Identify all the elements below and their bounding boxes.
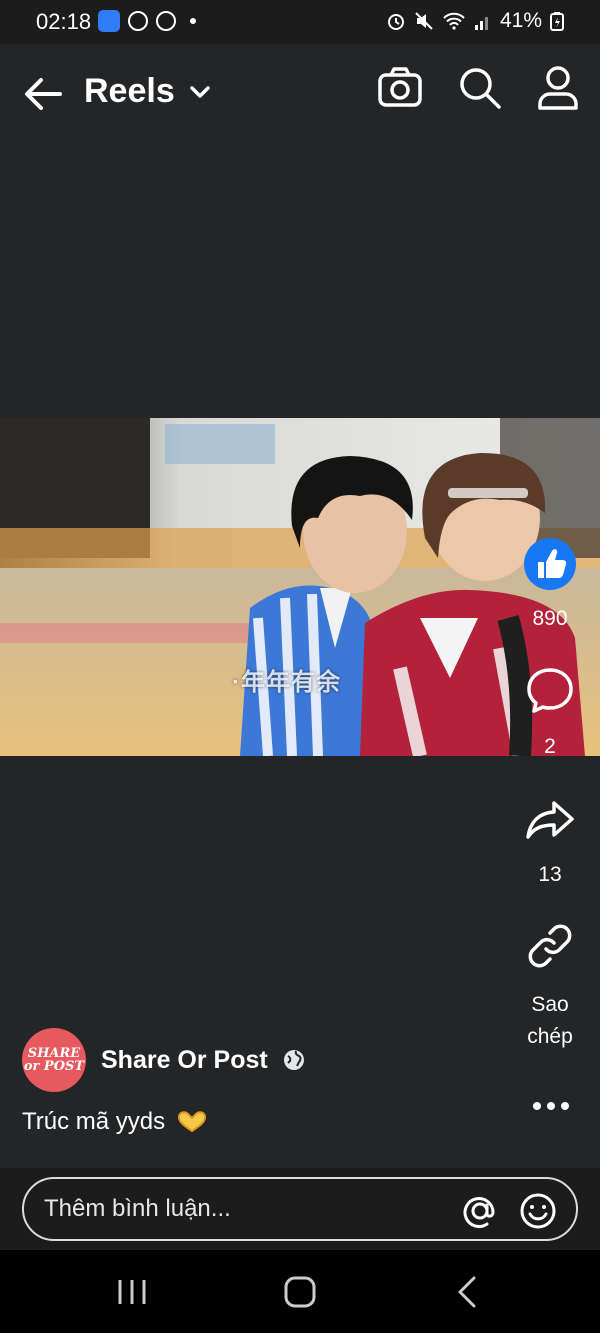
share-arrow-icon (526, 801, 574, 839)
webtoon-app-icon (98, 10, 120, 32)
post-caption: Trúc mã yyds (22, 1108, 209, 1136)
comment-count: 2 (544, 735, 556, 758)
reels-title-dropdown[interactable]: Reels (84, 72, 211, 111)
thumbs-up-icon (524, 538, 576, 590)
mute-icon (415, 12, 433, 30)
search-icon (460, 68, 501, 109)
recent-apps-button[interactable] (110, 1272, 154, 1312)
chevron-left-icon (458, 1276, 476, 1308)
like-count: 890 (532, 607, 568, 630)
share-button[interactable] (518, 797, 582, 848)
home-button[interactable] (278, 1272, 322, 1312)
arrow-left-icon (25, 78, 62, 110)
status-bar: 02:18 41% (0, 0, 600, 44)
reel-video[interactable]: ·年年有余 (0, 418, 600, 756)
top-nav: Reels (0, 44, 600, 144)
messenger-icon (156, 11, 176, 31)
emoji-button[interactable] (518, 1191, 558, 1231)
post-author[interactable]: SHARE or POST Share Or Post (22, 1028, 306, 1092)
copy-link-button[interactable] (518, 923, 582, 974)
search-button[interactable] (456, 64, 504, 112)
comment-bubble-icon (527, 668, 573, 713)
more-dots-icon (533, 1102, 569, 1110)
copy-link-label: Sao chép (527, 993, 573, 1048)
comment-bar (0, 1168, 600, 1250)
home-icon (284, 1276, 316, 1308)
recent-apps-icon (118, 1280, 146, 1304)
video-overlay-text: ·年年有余 (232, 669, 341, 696)
status-notification-icons (98, 10, 196, 32)
comment-box[interactable] (22, 1177, 578, 1241)
chevron-down-icon (189, 85, 210, 98)
link-icon (528, 924, 572, 968)
status-time: 02:18 (36, 9, 92, 34)
like-button[interactable] (518, 535, 582, 598)
comment-input[interactable] (44, 1191, 444, 1227)
wifi-icon (443, 12, 465, 30)
battery-percent: 41% (499, 9, 542, 32)
post-caption-text: Trúc mã yyds (22, 1108, 166, 1135)
messenger-icon (128, 11, 148, 31)
smiley-icon (520, 1193, 556, 1229)
back-button[interactable] (22, 76, 64, 112)
system-back-button[interactable] (446, 1272, 490, 1312)
globe-icon (283, 1050, 304, 1070)
comment-button[interactable] (518, 665, 582, 720)
avatar-text-bottom: or POST (23, 1059, 85, 1074)
more-options-button[interactable] (528, 1092, 574, 1120)
alarm-icon (387, 14, 404, 30)
status-system-icons: 41% (386, 9, 564, 33)
battery-charging-icon (550, 12, 564, 31)
camera-icon (378, 67, 422, 107)
author-name[interactable]: Share Or Post (101, 1046, 268, 1075)
camera-button[interactable] (376, 64, 424, 112)
notification-dot-icon (190, 18, 196, 24)
share-count: 13 (538, 863, 562, 886)
video-frame-image (0, 418, 600, 756)
profile-icon (538, 66, 578, 110)
at-sign-icon (463, 1197, 495, 1228)
system-nav-bar (0, 1250, 600, 1333)
author-avatar[interactable]: SHARE or POST (22, 1028, 86, 1092)
signal-icon (474, 17, 488, 30)
mention-button[interactable] (460, 1191, 500, 1231)
page-title: Reels (84, 72, 175, 110)
profile-button[interactable] (534, 64, 582, 112)
heart-hands-icon (178, 1111, 207, 1133)
